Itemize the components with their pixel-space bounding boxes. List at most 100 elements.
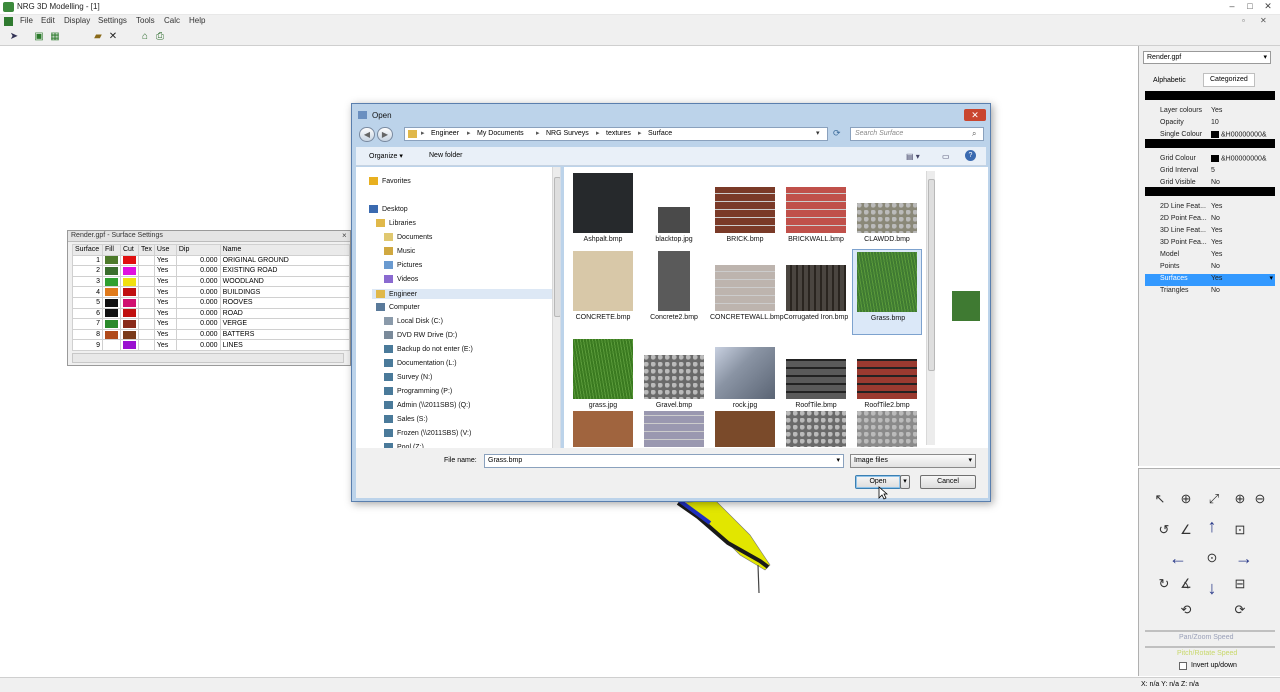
preview-pane-icon[interactable]: ▭ [942, 152, 950, 161]
breadcrumb-engineer[interactable]: Engineer [431, 130, 459, 137]
property-row[interactable]: Grid Colour &H00000000& [1145, 154, 1275, 166]
filetype-select[interactable]: Image files ▾ [850, 454, 976, 468]
dip-cell[interactable]: 0.000 [175, 275, 221, 288]
nav-item-dvd-rw-drive-d[interactable]: DVD RW Drive (D:) [384, 331, 457, 339]
nav-item-programming-p[interactable]: Programming (P:) [384, 387, 452, 395]
fill-cell[interactable] [101, 318, 121, 330]
name-cell[interactable]: EXISTING ROAD [219, 265, 351, 277]
grid-tool-icon[interactable]: ▦ [49, 31, 61, 43]
use-cell[interactable]: Yes [153, 318, 177, 330]
model-tool-icon[interactable]: ▣ [33, 31, 45, 43]
nav-scrollbar[interactable] [552, 167, 560, 448]
horizontal-scrollbar[interactable] [72, 353, 344, 363]
table-row[interactable]: 1 Yes 0.000 ORIGINAL GROUND [72, 254, 351, 267]
file-item[interactable]: Concrete2.bmp [639, 249, 709, 335]
menu-calc[interactable]: Calc [164, 16, 180, 25]
rotate-left-icon[interactable]: ↺ [1155, 521, 1173, 539]
app-menu-icon[interactable] [4, 17, 13, 26]
table-row[interactable]: 9 Yes 0.000 LINES [72, 339, 351, 351]
col-dip[interactable]: Dip [175, 244, 221, 256]
panel-close-icon[interactable]: × [342, 231, 347, 240]
cut-cell[interactable] [119, 275, 139, 288]
nav-item-local-disk-c[interactable]: Local Disk (C:) [384, 317, 443, 325]
nav-item-survey-n[interactable]: Survey (N:) [384, 373, 432, 381]
cut-cell[interactable] [119, 328, 139, 341]
use-cell[interactable]: Yes [153, 328, 177, 341]
open-dropdown-button[interactable]: ▾ [900, 475, 910, 489]
fill-cell[interactable] [101, 296, 121, 309]
nav-item-libraries[interactable]: Libraries [376, 219, 416, 227]
property-row[interactable]: Surfaces Yes ▾ [1145, 274, 1275, 286]
menu-display[interactable]: Display [64, 16, 90, 25]
arrow-right-icon[interactable]: → [1235, 549, 1253, 567]
name-cell[interactable]: ROOVES [219, 296, 351, 309]
file-item[interactable] [852, 411, 922, 448]
use-cell[interactable]: Yes [153, 296, 177, 309]
files-scroll-thumb[interactable] [928, 179, 935, 371]
file-item[interactable]: Corrugated Iron.bmp [781, 249, 851, 335]
file-item[interactable] [639, 411, 709, 448]
menu-settings[interactable]: Settings [98, 16, 127, 25]
file-item[interactable]: Gravel.bmp [639, 337, 709, 413]
tex-cell[interactable] [137, 275, 155, 288]
nav-item-documents[interactable]: Documents [384, 233, 432, 241]
table-row[interactable]: 3 Yes 0.000 WOODLAND [72, 275, 351, 288]
delete-icon[interactable]: ✕ [107, 31, 119, 43]
refresh-icon[interactable]: ⟳ [833, 128, 841, 139]
nav-scroll-thumb[interactable] [554, 177, 560, 317]
nav-item-backup-do-not-enter-e[interactable]: Backup do not enter (E:) [384, 345, 473, 353]
orbit-right-icon[interactable]: ⟳ [1231, 601, 1249, 619]
use-cell[interactable]: Yes [153, 339, 177, 351]
zoom-previous-icon[interactable]: ⊟ [1231, 575, 1249, 593]
dip-cell[interactable]: 0.000 [175, 318, 221, 330]
tex-cell[interactable] [137, 307, 155, 320]
table-row[interactable]: 8 Yes 0.000 BATTERS [72, 328, 351, 341]
cut-cell[interactable] [119, 318, 139, 330]
file-item[interactable]: BRICK.bmp [710, 171, 780, 247]
breadcrumb-surface[interactable]: Surface [648, 130, 672, 137]
property-row[interactable]: 2D Line Feat... Yes [1145, 202, 1275, 214]
help-icon[interactable]: ? [965, 150, 976, 161]
name-cell[interactable]: BUILDINGS [219, 286, 351, 298]
property-row[interactable]: 3D Line Feat... Yes [1145, 226, 1275, 238]
tex-cell[interactable] [137, 339, 155, 351]
select-tool-icon[interactable]: ➤ [8, 31, 20, 43]
orbit-left-icon[interactable]: ⟲ [1177, 601, 1195, 619]
cut-cell[interactable] [119, 254, 139, 267]
dip-cell[interactable]: 0.000 [175, 307, 221, 320]
cut-cell[interactable] [119, 339, 139, 351]
file-item[interactable]: blacktop.jpg [639, 171, 709, 247]
filename-input[interactable]: Grass.bmp ▾ [484, 454, 844, 468]
use-cell[interactable]: Yes [153, 286, 177, 298]
pointer-icon[interactable]: ↖ [1151, 490, 1169, 508]
nav-item-documentation-l[interactable]: Documentation (L:) [384, 359, 457, 367]
name-cell[interactable]: ROAD [219, 307, 351, 320]
name-cell[interactable]: WOODLAND [219, 275, 351, 288]
cancel-button[interactable]: Cancel [920, 475, 976, 489]
address-bar[interactable]: ▸ Engineer ▸ My Documents ▸ NRG Surveys … [404, 127, 828, 141]
menu-help[interactable]: Help [189, 16, 205, 25]
files-scrollbar[interactable] [926, 171, 935, 445]
nav-item-favorites[interactable]: Favorites [369, 177, 411, 185]
pitch-up-icon[interactable]: ∠ [1177, 521, 1195, 539]
property-row[interactable]: Single Colour &H00000000& [1145, 130, 1275, 142]
maximize-icon[interactable]: □ [1242, 0, 1258, 13]
nav-item-music[interactable]: Music [384, 247, 415, 255]
use-cell[interactable]: Yes [153, 265, 177, 277]
tex-cell[interactable] [137, 286, 155, 298]
search-input[interactable]: Search Surface [850, 127, 984, 141]
use-cell[interactable]: Yes [153, 307, 177, 320]
pitch-down-icon[interactable]: ∡ [1177, 575, 1195, 593]
dip-cell[interactable]: 0.000 [175, 254, 221, 267]
use-cell[interactable]: Yes [153, 275, 177, 288]
breadcrumb-textures[interactable]: textures [606, 130, 631, 137]
property-row[interactable]: 3D Point Fea... Yes [1145, 238, 1275, 250]
dip-cell[interactable]: 0.000 [175, 328, 221, 341]
menu-edit[interactable]: Edit [41, 16, 55, 25]
property-row[interactable]: 2D Point Fea... No [1145, 214, 1275, 226]
3d-model-view[interactable] [640, 495, 800, 605]
back-button[interactable]: ◀ [359, 127, 375, 142]
fill-cell[interactable] [101, 275, 121, 288]
file-item[interactable]: rock.jpg [710, 337, 780, 413]
table-row[interactable]: 2 Yes 0.000 EXISTING ROAD [72, 265, 351, 277]
